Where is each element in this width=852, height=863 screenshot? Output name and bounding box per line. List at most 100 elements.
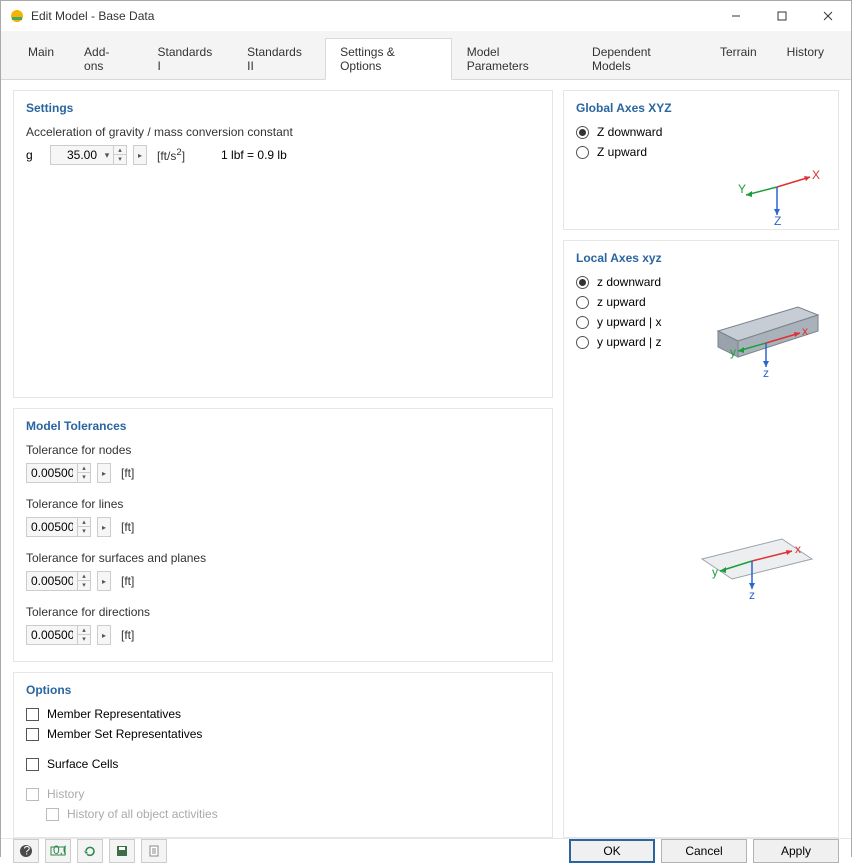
global-axes-title: Global Axes XYZ [576, 101, 826, 115]
tab-dependent-models[interactable]: Dependent Models [577, 38, 705, 80]
tol-directions-unit: [ft] [121, 628, 134, 642]
content-area: Settings Acceleration of gravity / mass … [1, 80, 851, 838]
g-unit: [ft/s2] [157, 147, 185, 163]
radio-z-downward[interactable]: Z downward [576, 125, 826, 139]
tab-history[interactable]: History [772, 38, 839, 80]
app-icon [9, 8, 25, 24]
svg-text:Y: Y [738, 182, 746, 196]
window: Edit Model - Base Data Main Add-ons Stan… [0, 0, 852, 857]
checkbox-icon [26, 728, 39, 741]
window-title: Edit Model - Base Data [31, 9, 713, 23]
svg-text:y: y [730, 345, 736, 359]
tolerance-lines: Tolerance for lines ▴▾ ▸ [ft] [26, 497, 540, 537]
tol-lines-input[interactable] [27, 518, 77, 536]
tol-directions-box: ▴▾ [26, 625, 91, 645]
settings-panel: Settings Acceleration of gravity / mass … [13, 90, 553, 398]
cancel-button[interactable]: Cancel [661, 839, 747, 863]
global-axes-icon: X Y Z [576, 165, 826, 225]
tol-directions-spinner[interactable]: ▴▾ [77, 626, 90, 644]
maximize-button[interactable] [759, 1, 805, 31]
tol-nodes-spinner[interactable]: ▴▾ [77, 464, 90, 482]
units-button[interactable]: 0,00 [45, 839, 71, 863]
global-axes-panel: Global Axes XYZ Z downward Z upward X Y … [563, 90, 839, 230]
titlebar: Edit Model - Base Data [1, 1, 851, 31]
checkbox-icon [26, 708, 39, 721]
tol-nodes-unit: [ft] [121, 466, 134, 480]
tab-settings-options[interactable]: Settings & Options [325, 38, 452, 80]
tol-surfaces-unit: [ft] [121, 574, 134, 588]
tab-addons[interactable]: Add-ons [69, 38, 142, 80]
left-column: Settings Acceleration of gravity / mass … [13, 90, 553, 838]
minimize-button[interactable] [713, 1, 759, 31]
radio-icon [576, 146, 589, 159]
tol-directions-label: Tolerance for directions [26, 605, 540, 619]
tol-lines-spinner[interactable]: ▴▾ [77, 518, 90, 536]
tol-nodes-label: Tolerance for nodes [26, 443, 540, 457]
svg-text:?: ? [24, 844, 31, 858]
save-button[interactable] [109, 839, 135, 863]
tol-directions-step[interactable]: ▸ [97, 625, 111, 645]
accel-label: Acceleration of gravity / mass conversio… [26, 125, 540, 139]
radio-icon [576, 276, 589, 289]
option-member-rep[interactable]: Member Representatives [26, 707, 540, 721]
tol-lines-label: Tolerance for lines [26, 497, 540, 511]
g-input-box: ▾ ▴▾ [50, 145, 127, 165]
tolerances-title: Model Tolerances [26, 419, 540, 433]
tol-nodes-input[interactable] [27, 464, 77, 482]
checkbox-icon [26, 758, 39, 771]
option-surface-cells[interactable]: Surface Cells [26, 757, 540, 771]
g-symbol: g [26, 148, 44, 162]
g-input[interactable] [51, 146, 101, 164]
tab-model-parameters[interactable]: Model Parameters [452, 38, 577, 80]
tab-standards-2[interactable]: Standards II [232, 38, 325, 80]
footer: ? 0,00 OK Cancel Apply [1, 838, 851, 863]
svg-text:X: X [812, 168, 820, 182]
tol-surfaces-box: ▴▾ [26, 571, 91, 591]
conversion-text: 1 lbf = 0.9 lb [221, 148, 287, 162]
tab-terrain[interactable]: Terrain [705, 38, 772, 80]
right-column: Global Axes XYZ Z downward Z upward X Y … [563, 90, 839, 838]
ok-button[interactable]: OK [569, 839, 655, 863]
tab-standards-1[interactable]: Standards I [142, 38, 232, 80]
svg-text:x: x [795, 542, 801, 556]
close-button[interactable] [805, 1, 851, 31]
tol-lines-box: ▴▾ [26, 517, 91, 537]
report-button[interactable] [141, 839, 167, 863]
local-axes-title: Local Axes xyz [576, 251, 826, 265]
svg-text:x: x [802, 324, 808, 338]
tol-lines-unit: [ft] [121, 520, 134, 534]
apply-button[interactable]: Apply [753, 839, 839, 863]
tab-bar: Main Add-ons Standards I Standards II Se… [1, 31, 851, 80]
option-history: History [26, 787, 540, 801]
radio-z-upward[interactable]: Z upward [576, 145, 826, 159]
beam-axes-icon: x y z [558, 301, 832, 381]
tol-surfaces-input[interactable] [27, 572, 77, 590]
g-step-button[interactable]: ▸ [133, 145, 147, 165]
tolerance-surfaces: Tolerance for surfaces and planes ▴▾ ▸ [… [26, 551, 540, 591]
tab-main[interactable]: Main [13, 38, 69, 80]
option-member-set-rep[interactable]: Member Set Representatives [26, 727, 540, 741]
tol-nodes-step[interactable]: ▸ [97, 463, 111, 483]
tolerances-panel: Model Tolerances Tolerance for nodes ▴▾ … [13, 408, 553, 662]
checkbox-icon [46, 808, 59, 821]
tol-lines-step[interactable]: ▸ [97, 517, 111, 537]
svg-text:z: z [763, 366, 769, 380]
refresh-button[interactable] [77, 839, 103, 863]
tol-surfaces-spinner[interactable]: ▴▾ [77, 572, 90, 590]
options-title: Options [26, 683, 540, 697]
options-panel: Options Member Representatives Member Se… [13, 672, 553, 838]
help-button[interactable]: ? [13, 839, 39, 863]
g-spinner[interactable]: ▴▾ [113, 146, 126, 164]
tol-directions-input[interactable] [27, 626, 77, 644]
settings-title: Settings [26, 101, 540, 115]
svg-text:z: z [749, 588, 755, 602]
tol-nodes-box: ▴▾ [26, 463, 91, 483]
radio-local-z-down[interactable]: z downward [576, 275, 826, 289]
local-axes-panel: Local Axes xyz z downward z upward y upw… [563, 240, 839, 838]
svg-text:0,00: 0,00 [53, 844, 66, 857]
option-history-all: History of all object activities [26, 807, 540, 821]
chevron-down-icon[interactable]: ▾ [101, 150, 113, 161]
checkbox-icon [26, 788, 39, 801]
plane-axes-icon: x y z [576, 519, 826, 609]
tol-surfaces-step[interactable]: ▸ [97, 571, 111, 591]
